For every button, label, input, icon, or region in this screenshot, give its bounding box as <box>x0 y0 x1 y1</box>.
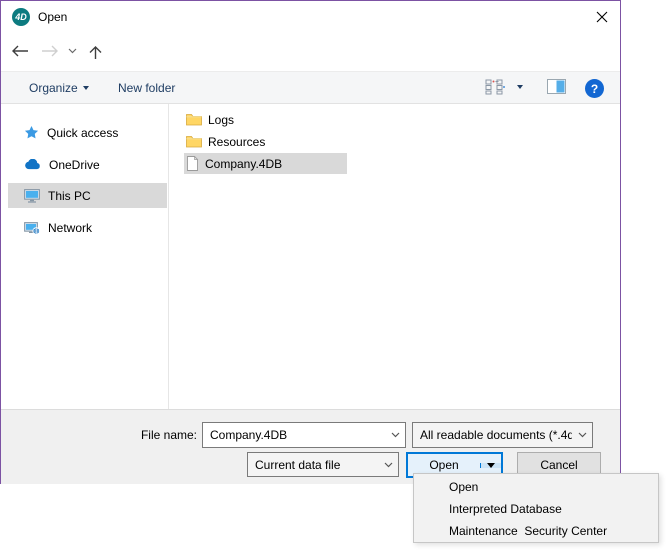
star-icon <box>24 125 39 140</box>
file-type-select[interactable]: All readable documents (*.4db; <box>412 422 593 448</box>
up-arrow-icon <box>89 45 102 60</box>
back-arrow-icon <box>11 45 29 57</box>
file-name-input[interactable] <box>203 428 385 442</box>
open-dialog: 4D Open <box>0 0 621 484</box>
chevron-down-icon <box>378 462 398 468</box>
sidebar-item-onedrive[interactable]: OneDrive <box>8 152 167 177</box>
file-name: Logs <box>208 113 234 127</box>
sidebar-item-label: This PC <box>48 189 91 203</box>
chevron-down-icon[interactable] <box>385 432 405 438</box>
preview-pane-button[interactable] <box>547 79 566 94</box>
navigation-bar: « DATAB... Company.4dbase <box>1 33 620 71</box>
network-icon <box>24 221 40 235</box>
cloud-icon <box>24 159 41 170</box>
chevron-down-icon <box>83 86 89 90</box>
organize-button[interactable]: Organize <box>29 72 89 103</box>
menu-item-open[interactable]: Open <box>414 476 658 498</box>
file-type-value: All readable documents (*.4db; <box>413 428 572 442</box>
file-row-logs[interactable]: Logs <box>184 109 347 130</box>
sidebar-item-label: OneDrive <box>49 158 100 172</box>
titlebar: 4D Open <box>1 1 620 33</box>
chevron-down-icon <box>517 85 523 89</box>
sidebar-item-quick-access[interactable]: Quick access <box>8 120 167 145</box>
open-button[interactable]: Open <box>408 458 480 472</box>
help-icon: ? <box>585 79 604 98</box>
menu-item-maintenance-security-center[interactable]: Maintenance Security Center <box>414 520 658 542</box>
open-dropdown-button[interactable] <box>480 463 501 468</box>
document-icon <box>186 156 199 171</box>
sidebar-divider <box>168 104 169 409</box>
screen: 4D Open <box>0 0 670 555</box>
data-file-select[interactable]: Current data file <box>247 452 399 477</box>
close-icon <box>596 11 608 23</box>
window-title: Open <box>38 10 67 24</box>
open-dropdown-menu: Open Interpreted Database Maintenance Se… <box>413 473 659 543</box>
sidebar-item-network[interactable]: Network <box>8 215 167 240</box>
computer-icon <box>24 189 40 203</box>
forward-button[interactable] <box>41 45 59 57</box>
organize-label: Organize <box>29 81 78 95</box>
dialog-body: Quick access OneDrive This PC <box>1 104 620 409</box>
chevron-down-icon <box>68 48 77 54</box>
sidebar-item-label: Quick access <box>47 126 118 140</box>
details-view-icon <box>485 79 505 95</box>
4d-logo-icon: 4D <box>12 8 30 26</box>
sidebar-item-label: Network <box>48 221 92 235</box>
file-name-combobox <box>202 422 406 448</box>
menu-item-interpreted-database[interactable]: Interpreted Database <box>414 498 658 520</box>
back-button[interactable] <box>11 45 29 57</box>
sidebar-item-this-pc[interactable]: This PC <box>8 183 167 208</box>
recent-locations-button[interactable] <box>68 48 77 54</box>
forward-arrow-icon <box>41 45 59 57</box>
folder-icon <box>186 113 202 126</box>
data-file-value: Current data file <box>248 458 378 472</box>
close-button[interactable] <box>590 6 614 28</box>
new-folder-label: New folder <box>118 81 175 95</box>
command-toolbar: Organize New folder <box>1 71 620 104</box>
up-button[interactable] <box>89 45 102 60</box>
view-mode-button[interactable] <box>485 79 505 95</box>
help-button[interactable]: ? <box>585 79 604 98</box>
chevron-down-icon <box>572 432 592 438</box>
file-name-label: File name: <box>101 422 197 448</box>
file-row-company-4db[interactable]: Company.4DB <box>184 153 347 174</box>
file-name: Resources <box>208 135 265 149</box>
new-folder-button[interactable]: New folder <box>118 72 175 103</box>
dropdown-arrow-icon <box>487 463 495 468</box>
preview-pane-icon <box>547 79 566 94</box>
folder-icon <box>186 135 202 148</box>
file-name: Company.4DB <box>205 157 282 171</box>
file-row-resources[interactable]: Resources <box>184 131 347 152</box>
view-mode-dropdown[interactable] <box>517 85 523 89</box>
